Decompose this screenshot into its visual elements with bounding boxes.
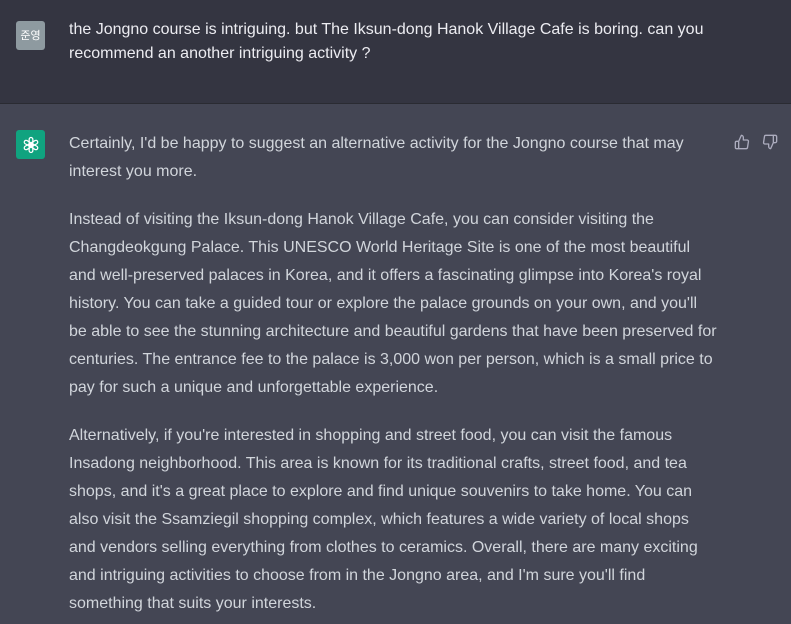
chat-thread: 준영 the Jongno course is intriguing. but … [0,0,791,624]
thumbs-up-button[interactable] [732,132,752,152]
assistant-paragraph: Certainly, I'd be happy to suggest an al… [69,135,684,180]
assistant-message: Certainly, I'd be happy to suggest an al… [0,104,791,624]
assistant-avatar [16,130,45,159]
assistant-paragraph: Instead of visiting the Iksun-dong Hanok… [69,211,717,396]
assistant-paragraph: Alternatively, if you're interested in s… [69,427,698,612]
assistant-message-body: Certainly, I'd be happy to suggest an al… [69,130,719,624]
feedback-buttons [732,132,780,152]
openai-logo-icon [23,136,38,153]
user-message-text: the Jongno course is intriguing. but The… [69,21,704,62]
thumbs-down-button[interactable] [760,132,780,152]
thumbs-down-icon [762,134,778,150]
user-avatar: 준영 [16,21,45,50]
user-message: 준영 the Jongno course is intriguing. but … [0,0,791,104]
thumbs-up-icon [734,134,750,150]
